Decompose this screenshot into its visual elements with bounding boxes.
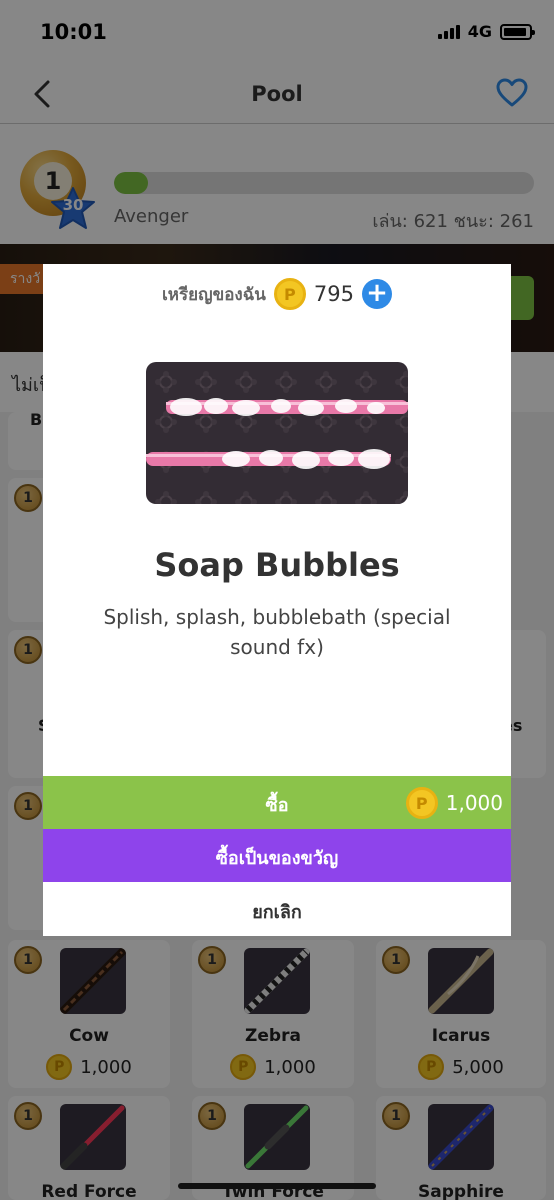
item-name: Soap Bubbles [154,546,400,584]
gift-label: ซื้อเป็นของขวัญ [215,848,339,869]
wallet-label: เหรียญของฉัน [161,284,266,305]
buy-amount: 1,000 [445,791,503,815]
cue-preview-image [146,362,408,504]
cancel-label: ยกเลิก [252,902,302,923]
coin-icon: P [273,278,306,310]
item-description: Splish, splash, bubblebath (special soun… [103,605,451,659]
buy-price: P 1,000 [405,787,503,819]
cancel-button[interactable]: ยกเลิก [43,882,511,936]
buy-button[interactable]: ซื้อ P 1,000 [43,776,511,829]
home-indicator[interactable] [178,1183,376,1189]
plus-icon[interactable]: + [362,279,393,309]
wallet-amount: 795 [313,282,355,306]
buy-as-gift-button[interactable]: ซื้อเป็นของขวัญ [43,829,511,882]
purchase-dialog: เหรียญของฉัน P 795 + Soap Bubbles Splish… [43,264,511,936]
wallet-balance: เหรียญของฉัน P 795 + [43,278,511,310]
coin-icon: P [405,787,438,819]
